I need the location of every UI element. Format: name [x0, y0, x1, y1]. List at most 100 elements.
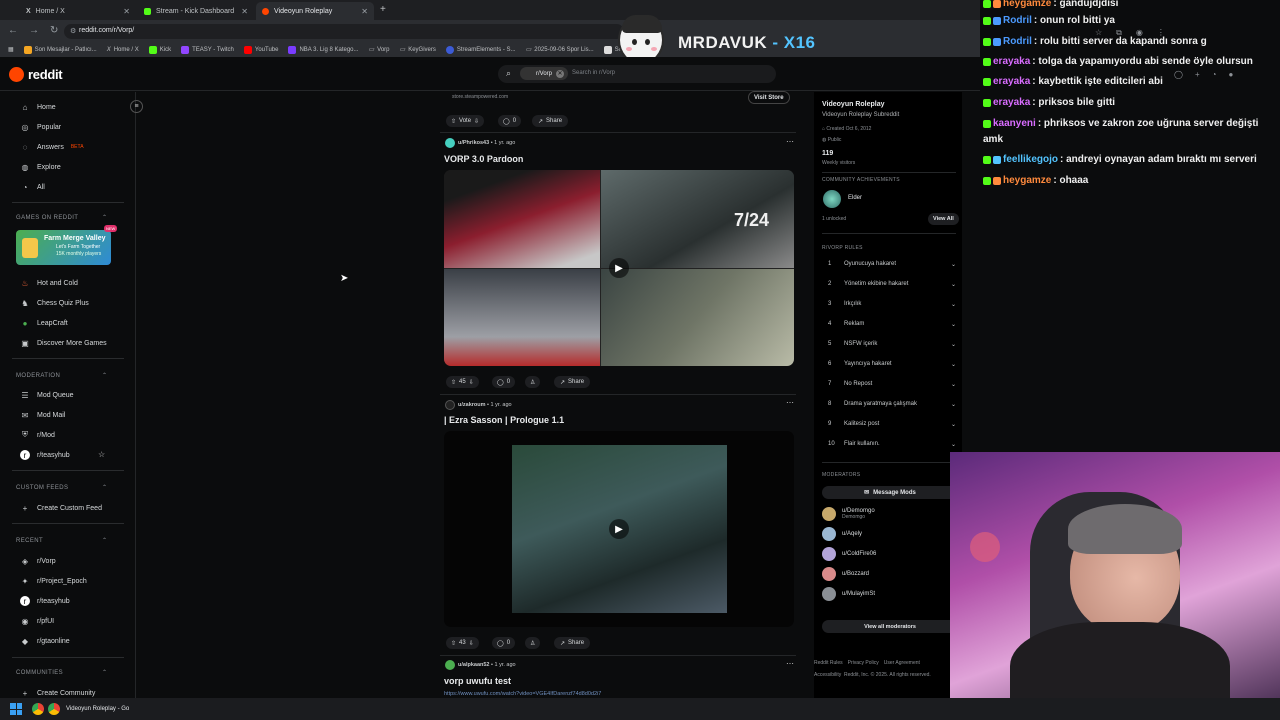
- taskbar-app-label[interactable]: Videoyun Roleplay - Go: [66, 706, 129, 712]
- chat-username[interactable]: erayaka: [993, 96, 1030, 109]
- close-tab-icon[interactable]: ✕: [123, 7, 130, 16]
- create-custom-feed[interactable]: + Create Custom Feed: [20, 503, 102, 513]
- game-hot-and-cold[interactable]: ♨ Hot and Cold: [20, 278, 77, 288]
- close-tab-icon[interactable]: ✕: [361, 7, 368, 16]
- more-options-icon[interactable]: ⋯: [786, 659, 794, 668]
- moderator-item[interactable]: u/Bozzard: [822, 567, 869, 581]
- tab-videoyun-roleplay[interactable]: Videoyun Roleplay ✕: [256, 2, 374, 20]
- nav-explore[interactable]: ◍ Explore: [20, 162, 61, 172]
- post-vote-button[interactable]: ⇧ 43 ⇩: [446, 637, 479, 649]
- user-avatar-icon[interactable]: ●: [1228, 70, 1233, 79]
- recent-r-vorp[interactable]: ◈ r/Vorp: [20, 556, 56, 566]
- chat-username[interactable]: Rodril: [1003, 14, 1032, 27]
- bookmark-item[interactable]: Kick: [148, 45, 171, 54]
- post-title[interactable]: VORP 3.0 Pardoon: [444, 154, 523, 164]
- menu-icon[interactable]: ⋮: [1157, 28, 1165, 38]
- footer-link[interactable]: User Agreement: [884, 660, 920, 666]
- moderator-item[interactable]: u/Aqely: [822, 527, 862, 541]
- view-all-achievements-button[interactable]: View All: [928, 213, 959, 225]
- post-share-button[interactable]: ↗ Share: [554, 376, 591, 388]
- communities-section-header[interactable]: COMMUNITIES ⌃: [16, 670, 107, 676]
- chrome-taskbar-icon[interactable]: [48, 703, 60, 715]
- post-comments-button[interactable]: ◯ 0: [492, 376, 516, 388]
- chat-username[interactable]: heygamze: [1003, 0, 1051, 10]
- post-author[interactable]: u/Phrikos43: [458, 140, 489, 146]
- apps-icon[interactable]: ▦: [8, 46, 14, 53]
- game-leapcraft[interactable]: ● LeapCraft: [20, 318, 68, 328]
- moderator-item[interactable]: u/ColdFire06: [822, 547, 876, 561]
- bookmark-item[interactable]: TEASY - Twitch: [181, 45, 234, 54]
- moderator-item[interactable]: u/Demomgo Demomgo: [822, 507, 875, 521]
- site-info-icon[interactable]: ⚙: [70, 27, 76, 35]
- chrome-taskbar-icon[interactable]: [32, 703, 44, 715]
- bookmark-item[interactable]: ▭ 2025-09-06 Spor Lis...: [526, 46, 594, 54]
- notifications-icon[interactable]: ◔: [1212, 70, 1217, 79]
- author-avatar[interactable]: [445, 400, 455, 410]
- post-share-button[interactable]: ↗ Share: [554, 637, 591, 649]
- award-button[interactable]: ♙: [525, 637, 541, 649]
- rule-item[interactable]: 9 Kalitesiz post ⌄: [828, 421, 956, 428]
- chat-username[interactable]: erayaka: [993, 55, 1030, 68]
- create-community[interactable]: + Create Community: [20, 688, 96, 698]
- reddit-logo-icon[interactable]: [9, 67, 24, 82]
- bookmark-item[interactable]: ▭ KeyGivers: [400, 46, 436, 54]
- custom-feeds-section-header[interactable]: CUSTOM FEEDS ⌃: [16, 485, 107, 491]
- tab-home-x[interactable]: X Home / X ✕: [20, 2, 136, 20]
- chat-username[interactable]: heygamze: [1003, 174, 1051, 187]
- rule-item[interactable]: 5 NSFW içerik ⌄: [828, 341, 956, 348]
- chat-icon[interactable]: ◯: [1174, 70, 1183, 79]
- clear-scope-icon[interactable]: ✕: [556, 69, 565, 78]
- recent-r-pfui[interactable]: ◉ r/pfUI: [20, 616, 55, 626]
- bookmark-item[interactable]: Son Mesajlar - Patlıcı...: [23, 45, 97, 54]
- bookmark-item[interactable]: YouTube: [243, 45, 278, 54]
- post-video-player[interactable]: ▶: [444, 431, 794, 627]
- chat-username[interactable]: erayaka: [993, 75, 1030, 88]
- bookmark-item[interactable]: StreamElements - S...: [445, 45, 516, 54]
- post-vote-button[interactable]: ⇧ 45 ⇩: [446, 376, 479, 388]
- nav-answers[interactable]: ◌ Answers BETA: [20, 142, 84, 152]
- rule-item[interactable]: 1 Oyunucuya hakaret ⌄: [828, 261, 956, 268]
- collapse-sidebar-icon[interactable]: ≡: [130, 100, 143, 113]
- r-mod[interactable]: ⛨ r/Mod: [20, 430, 55, 440]
- extension-icon[interactable]: ⧉: [1116, 28, 1122, 38]
- windows-start-icon[interactable]: [10, 703, 22, 715]
- chat-username[interactable]: kaanyeni: [993, 117, 1036, 130]
- chat-username[interactable]: Rodril: [1003, 35, 1032, 48]
- reddit-wordmark[interactable]: reddit: [28, 67, 63, 82]
- star-icon[interactable]: ☆: [98, 450, 105, 459]
- ad-comments-button[interactable]: ◯ 0: [498, 115, 522, 127]
- nav-home[interactable]: ⌂ Home: [20, 102, 56, 112]
- back-icon[interactable]: ←: [8, 25, 18, 36]
- farm-merge-valley-banner[interactable]: Farm Merge Valley Let's Farm Together 15…: [16, 230, 111, 265]
- star-bookmark-icon[interactable]: ☆: [1095, 28, 1102, 38]
- bookmark-item[interactable]: NBA 3. Lig 8 Katego...: [288, 45, 359, 54]
- forward-icon[interactable]: →: [29, 25, 39, 36]
- search-scope-chip[interactable]: r/Vorp ✕: [520, 67, 569, 80]
- r-teasyhub-mod[interactable]: r r/teasyhub: [20, 450, 70, 460]
- play-icon[interactable]: ▶: [609, 258, 629, 278]
- rule-item[interactable]: 10 Flair kullanın. ⌄: [828, 441, 956, 448]
- rule-item[interactable]: 7 No Repost ⌄: [828, 381, 956, 388]
- discover-more-games[interactable]: ▣ Discover More Games: [20, 338, 106, 348]
- visit-store-button[interactable]: Visit Store: [748, 91, 790, 104]
- chat-username[interactable]: feellikegojo: [1003, 153, 1058, 166]
- rule-item[interactable]: 8 Drama yaratmaya çalışmak ⌄: [828, 401, 956, 408]
- post-title[interactable]: vorp uwufu test: [444, 676, 511, 686]
- moderator-item[interactable]: u/MulayimSt: [822, 587, 875, 601]
- bookmark-item[interactable]: X Home / X: [107, 47, 139, 53]
- more-options-icon[interactable]: ⋯: [786, 137, 794, 146]
- view-all-moderators-button[interactable]: View all moderators: [822, 620, 958, 633]
- ad-vote-button[interactable]: ⇧ Vote ⇩: [446, 115, 485, 127]
- new-tab-button[interactable]: +: [380, 4, 386, 15]
- post-video-thumbnail[interactable]: 7/24 ▶: [444, 170, 794, 366]
- url-field[interactable]: [64, 24, 624, 39]
- play-icon[interactable]: ▶: [609, 519, 629, 539]
- mod-mail[interactable]: ✉ Mod Mail: [20, 410, 66, 420]
- rule-item[interactable]: 4 Reklam ⌄: [828, 321, 956, 328]
- nav-all[interactable]: ◔ All: [20, 182, 45, 192]
- recent-r-gtaonline[interactable]: ◆ r/gtaonline: [20, 636, 70, 646]
- profile-icon[interactable]: ◉: [1136, 28, 1143, 38]
- award-button[interactable]: ♙: [525, 376, 541, 388]
- nav-popular[interactable]: ◎ Popular: [20, 122, 62, 132]
- footer-link[interactable]: Privacy Policy: [848, 660, 879, 666]
